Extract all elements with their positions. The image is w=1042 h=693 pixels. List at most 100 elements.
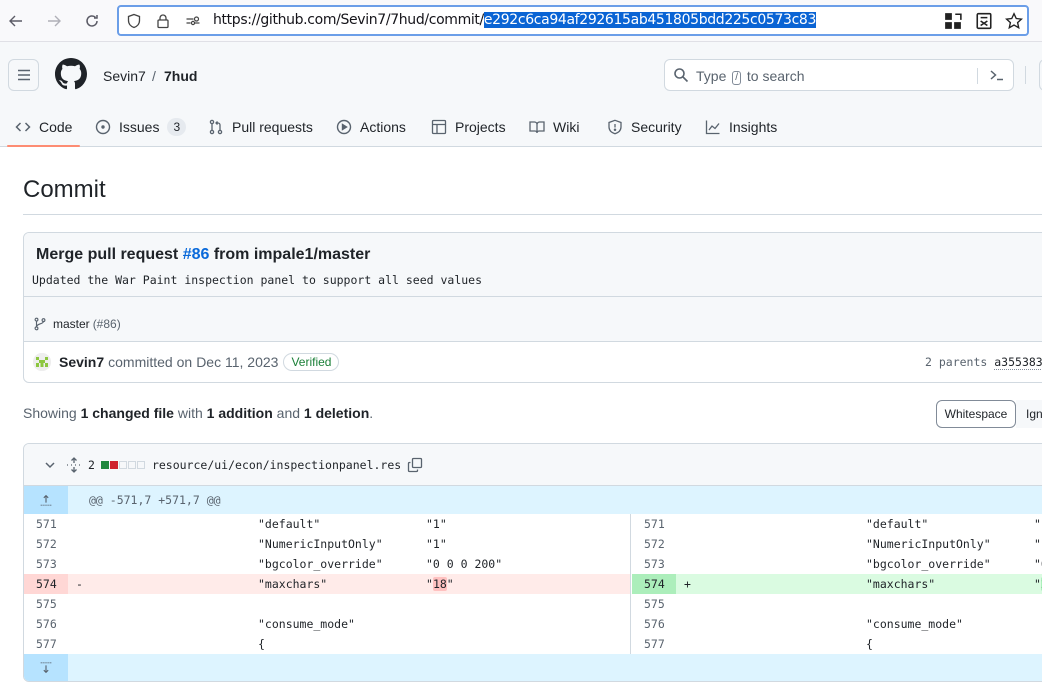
line-number[interactable]: 572 [632, 534, 676, 554]
line-number[interactable]: 573 [24, 554, 68, 574]
verified-badge[interactable]: Verified [283, 353, 340, 371]
reload-button[interactable] [79, 8, 105, 34]
url-prefix: https://github.com/Sevin7/7hud/commit/ [213, 12, 484, 28]
forward-button[interactable] [41, 8, 67, 34]
diff-right-side: 571"default""1"572"NumericInputOnly""1"5… [632, 514, 1042, 654]
line-number[interactable]: 575 [24, 594, 68, 614]
branch-name[interactable]: master [53, 317, 90, 331]
expand-up-button[interactable] [24, 486, 68, 514]
line-number[interactable]: 576 [24, 614, 68, 634]
tab-actions[interactable]: Actions [336, 106, 406, 147]
commit-author[interactable]: Sevin7 [59, 354, 104, 370]
line-number[interactable]: 576 [632, 614, 676, 634]
context-line: 577 { [24, 634, 630, 654]
permissions-icon[interactable] [185, 13, 201, 29]
parent-sha-link[interactable]: a355383 [994, 355, 1042, 370]
code-key: "NumericInputOnly" [866, 537, 991, 551]
summary-text: and [272, 405, 304, 421]
diffstat-block-neutral [136, 460, 145, 469]
tab-label: Wiki [553, 118, 580, 135]
command-palette-icon[interactable] [989, 67, 1005, 83]
whitespace-button[interactable]: Whitespace [936, 400, 1016, 428]
browser-toolbar: https://github.com/Sevin7/7hud/commit/e2… [0, 0, 1042, 42]
summary-text: . [369, 405, 374, 421]
search-input[interactable]: Type / to search [664, 59, 1014, 91]
summary-text: Showing [23, 405, 81, 421]
avatar[interactable] [33, 353, 51, 371]
changed-text-highlight: 18 [432, 577, 447, 591]
qr-code-icon[interactable] [944, 12, 962, 30]
tab-code[interactable]: Code [6, 106, 82, 147]
code-key: "maxchars" [258, 577, 328, 591]
line-number[interactable]: 574 [632, 574, 676, 594]
arrow-right-icon [48, 15, 61, 27]
hunk-range: @@ -571,7 +571,7 @@ [89, 493, 221, 507]
url-selected-hash: e292c6ca94af292615ab451805bdd225c0573c83 [483, 12, 817, 28]
tab-issues[interactable]: Issues 3 [95, 106, 187, 147]
line-number[interactable]: 577 [24, 634, 68, 654]
search-icon [674, 68, 689, 83]
summary-files[interactable]: 1 changed file [81, 405, 174, 421]
added-line: 574 + "maxchars" "2 [632, 574, 1042, 594]
ignore-whitespace-button[interactable]: Ign [1016, 400, 1042, 428]
line-number[interactable]: 577 [632, 634, 676, 654]
back-button[interactable] [3, 8, 29, 34]
pull-request-link[interactable]: #86 [183, 246, 210, 263]
summary-text: with [173, 405, 207, 421]
address-bar[interactable]: https://github.com/Sevin7/7hud/commit/e2… [117, 5, 1029, 36]
unfold-icon[interactable] [66, 456, 82, 473]
deleted-line: 574- "maxchars" "18" [24, 574, 630, 594]
breadcrumb-repo[interactable]: 7hud [164, 68, 197, 84]
code-key: "consume_mode" [866, 617, 963, 631]
tab-label: Projects [455, 118, 506, 135]
line-number[interactable]: 572 [24, 534, 68, 554]
tab-projects[interactable]: Projects [431, 106, 506, 147]
chevron-down-icon[interactable] [42, 457, 58, 473]
tab-security[interactable]: Security [607, 106, 682, 147]
tab-pull-requests[interactable]: Pull requests [208, 106, 313, 147]
code-value-quote: " [1034, 577, 1041, 591]
copy-icon[interactable] [407, 457, 423, 473]
context-line: 576 "consume_mode" [632, 614, 1042, 634]
branch-pr-ref[interactable]: (#86) [93, 317, 121, 331]
line-number[interactable]: 575 [632, 594, 676, 614]
diff-summary: Showing 1 changed file with 1 addition a… [23, 405, 373, 421]
breadcrumb-owner[interactable]: Sevin7 [103, 68, 146, 84]
lock-icon[interactable] [155, 13, 171, 29]
context-line: 575 [632, 594, 1042, 614]
line-number[interactable]: 573 [632, 554, 676, 574]
tab-wiki[interactable]: Wiki [529, 106, 579, 147]
search-shortcut-key: / [732, 71, 742, 85]
commit-date: Dec 11, 2023 [196, 354, 279, 370]
code-value: "2 [1034, 574, 1042, 594]
branch-info[interactable]: master (#86) [33, 317, 121, 331]
bookmark-star-icon[interactable] [1005, 12, 1023, 30]
diffstat-bar [100, 460, 146, 469]
context-line: 573 "bgcolor_override" "0 0 0 200" [24, 554, 630, 574]
search-divider [977, 68, 978, 84]
tab-label: Actions [360, 118, 406, 135]
line-number[interactable]: 571 [632, 514, 676, 534]
repo-header: Sevin7 / 7hud Type / to search Code Issu… [0, 42, 1042, 147]
url-text[interactable]: https://github.com/Sevin7/7hud/commit/e2… [213, 12, 816, 28]
context-line: 571 "default" "1" [632, 514, 1042, 534]
issues-count-badge: 3 [167, 117, 187, 136]
context-line: 576 "consume_mode" [24, 614, 630, 634]
shield-icon[interactable] [126, 13, 142, 29]
expand-down-button[interactable] [24, 654, 68, 681]
diffstat-block-neutral [127, 460, 136, 469]
play-icon [336, 119, 352, 134]
pull-request-icon [209, 119, 223, 134]
github-logo-icon[interactable] [55, 58, 87, 90]
line-number[interactable]: 571 [24, 514, 68, 534]
tab-label: Security [631, 118, 682, 135]
reader-view-icon[interactable] [975, 12, 993, 30]
tab-insights[interactable]: Insights [705, 106, 777, 147]
header-divider [1025, 66, 1026, 84]
menu-button[interactable] [8, 59, 39, 91]
file-path-link[interactable]: resource/ui/econ/inspectionpanel.res [152, 458, 401, 472]
code-key: "default" [866, 517, 929, 531]
tab-label: Code [39, 118, 73, 135]
git-branch-icon [34, 317, 46, 331]
line-number[interactable]: 574 [24, 574, 68, 594]
